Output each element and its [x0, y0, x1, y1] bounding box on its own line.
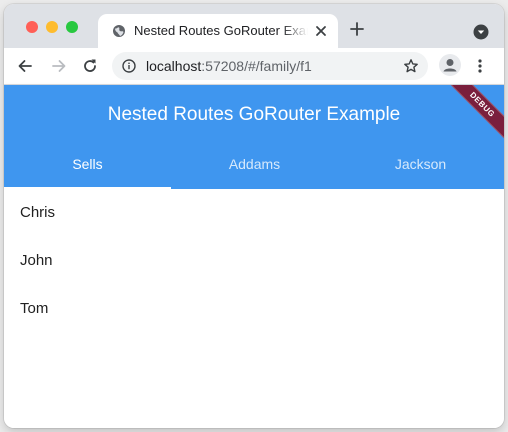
tab-sells[interactable]: Sells — [4, 141, 171, 189]
people-list: Chris John Tom — [4, 189, 504, 428]
address-path: :57208/#/family/f1 — [201, 58, 312, 74]
profile-button[interactable] — [439, 54, 461, 76]
tab-addams[interactable]: Addams — [171, 141, 338, 189]
person-name: John — [20, 252, 53, 269]
kebab-icon[interactable] — [476, 58, 484, 74]
list-item[interactable]: John — [20, 237, 488, 285]
person-icon — [443, 59, 457, 72]
arrow-left-icon[interactable] — [16, 57, 34, 75]
browser-tab-strip: Nested Routes GoRouter Example — [4, 4, 504, 48]
browser-toolbar: localhost:57208/#/family/f1 — [4, 48, 504, 85]
plus-icon[interactable] — [350, 22, 364, 36]
browser-tab[interactable]: Nested Routes GoRouter Example — [98, 14, 338, 48]
arrow-right-icon[interactable] — [50, 57, 68, 75]
window-close-button[interactable] — [26, 21, 38, 33]
address-url[interactable]: localhost:57208/#/family/f1 — [146, 58, 312, 74]
tab-jackson[interactable]: Jackson — [337, 141, 504, 189]
app-title: Nested Routes GoRouter Example — [107, 104, 401, 125]
info-icon[interactable] — [122, 59, 136, 73]
reload-icon[interactable] — [81, 57, 99, 75]
app-bar: Nested Routes GoRouter Example Sells Add… — [4, 85, 504, 189]
address-host: localhost — [146, 58, 202, 74]
window-minimize-button[interactable] — [46, 21, 58, 33]
person-name: Chris — [20, 204, 56, 221]
family-tab-bar: Sells Addams Jackson — [4, 141, 504, 189]
list-item[interactable]: Tom — [20, 285, 488, 333]
window-maximize-button[interactable] — [66, 21, 78, 33]
globe-icon — [113, 25, 125, 37]
address-bar[interactable]: localhost:57208/#/family/f1 — [112, 52, 428, 80]
browser-tab-title: Nested Routes GoRouter Example — [134, 23, 308, 38]
person-name: Tom — [20, 300, 49, 317]
chevron-down-icon[interactable] — [473, 24, 489, 40]
browser-window: Nested Routes GoRouter Example — [4, 4, 504, 428]
star-icon[interactable] — [403, 58, 419, 74]
list-item[interactable]: Chris — [20, 189, 488, 237]
close-icon[interactable] — [314, 24, 328, 38]
